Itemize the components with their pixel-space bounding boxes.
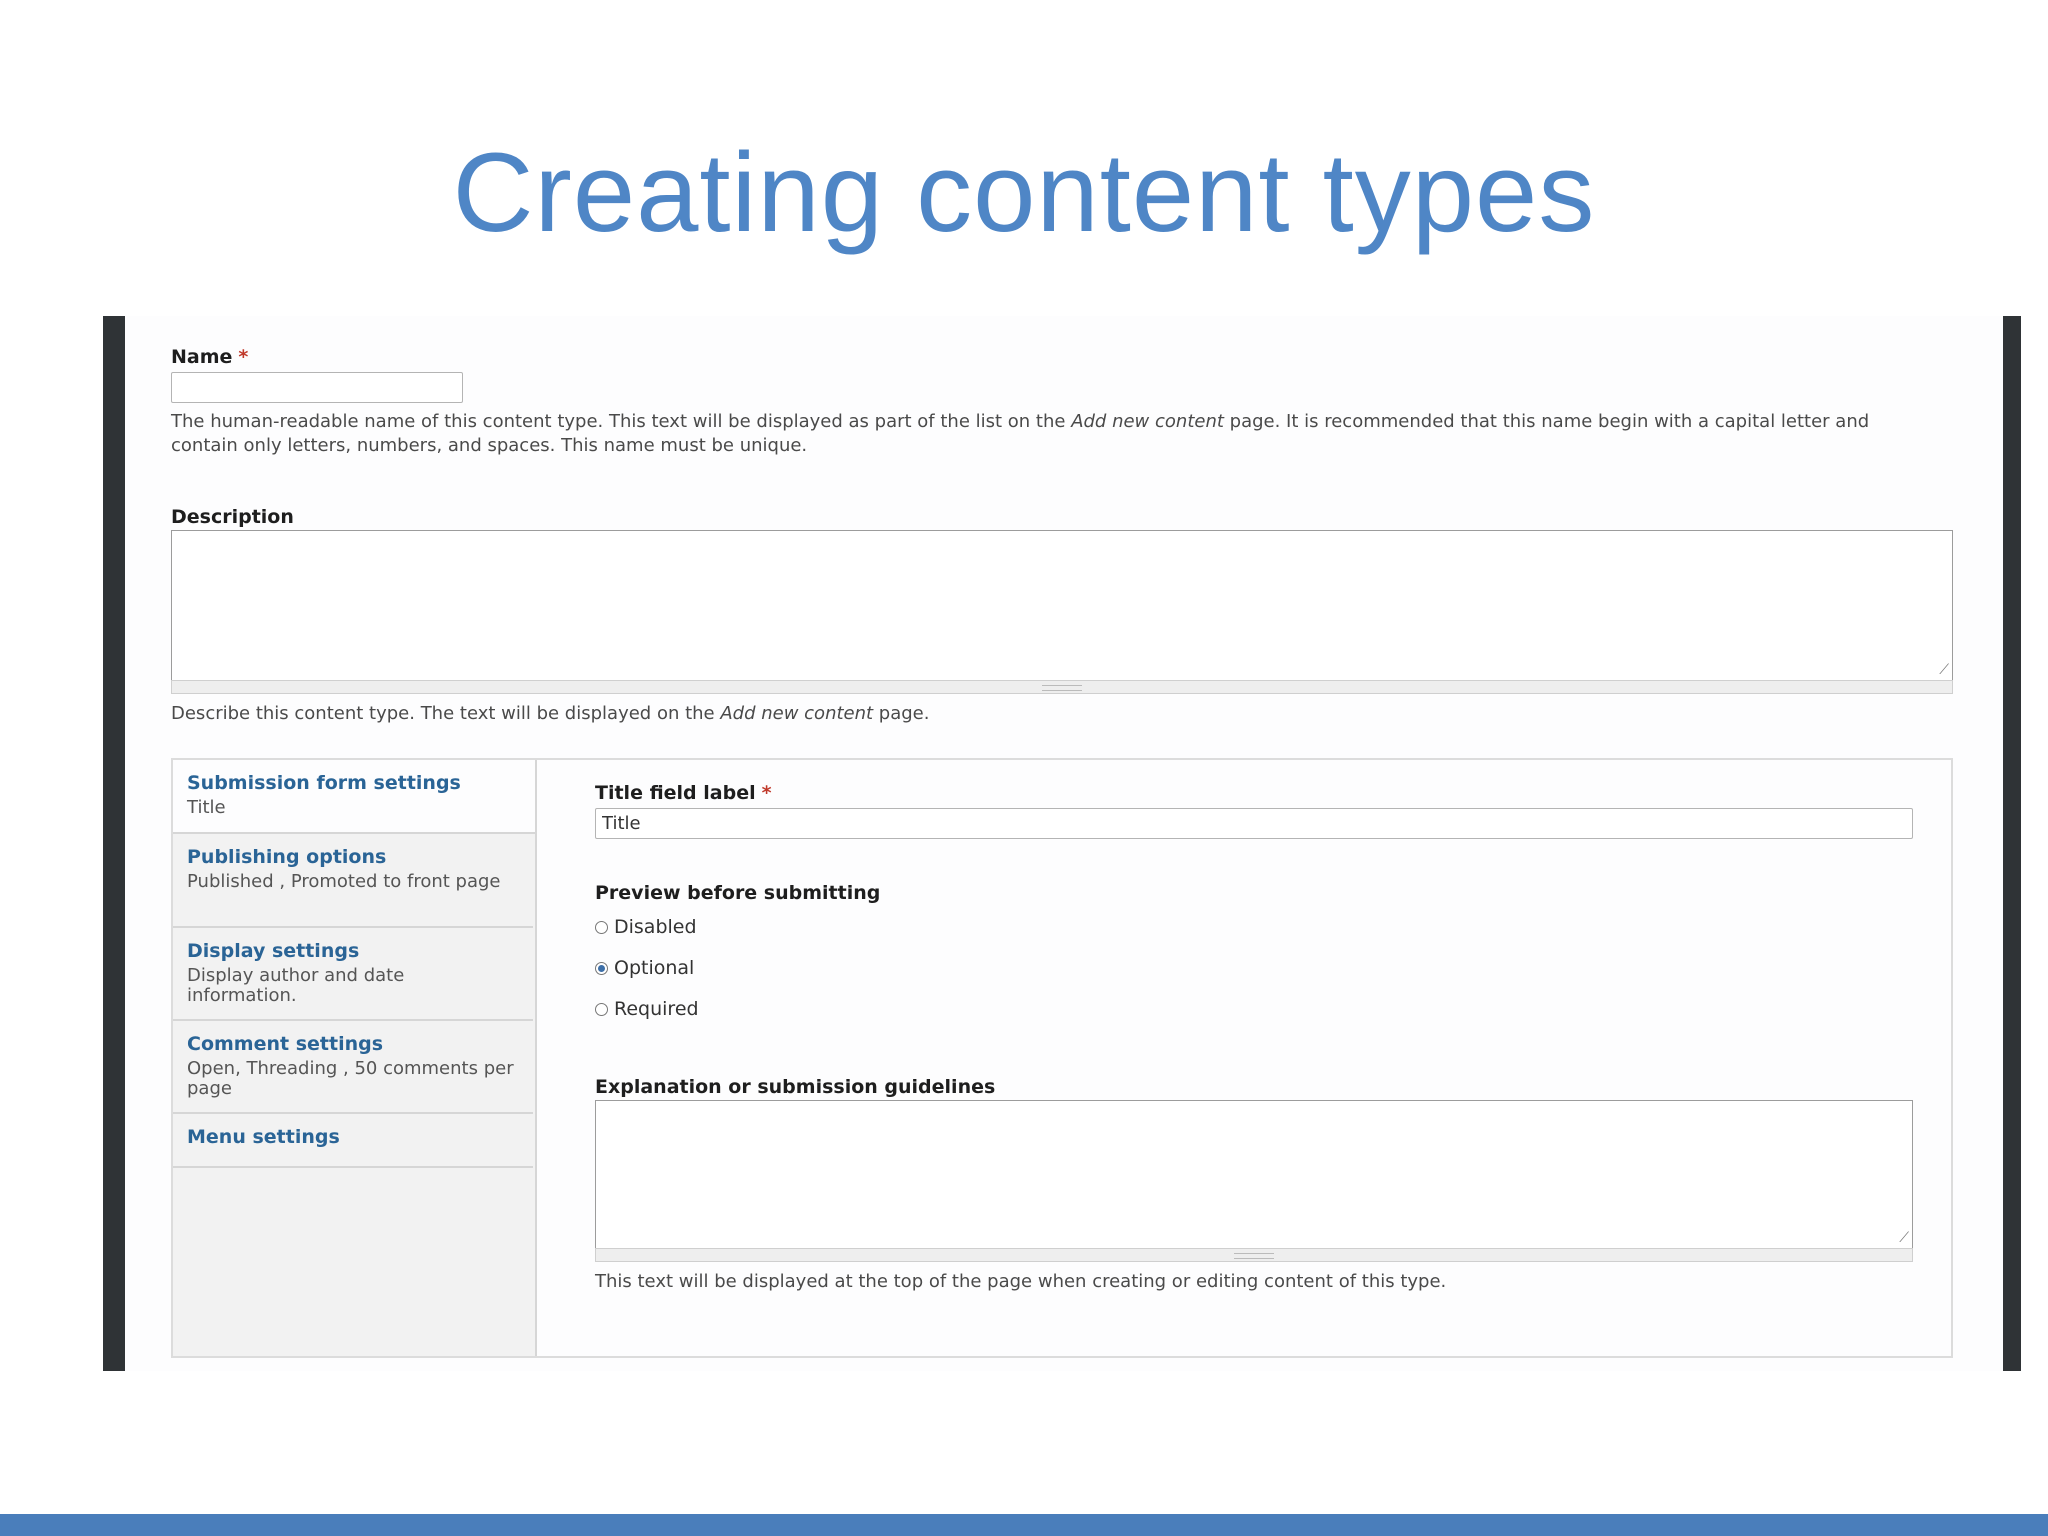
tab-publishing-options[interactable]: Publishing options Published , Promoted … <box>173 834 533 928</box>
tab-menu-settings[interactable]: Menu settings <box>173 1114 533 1168</box>
resize-handle-icon[interactable]: ⟋ <box>1895 1231 1909 1245</box>
radio-disabled[interactable]: Disabled <box>595 916 697 938</box>
guidelines-grippie[interactable] <box>595 1248 1913 1262</box>
title-field-input[interactable] <box>595 808 1913 839</box>
radio-optional[interactable]: Optional <box>595 957 694 979</box>
tab-summary: Published , Promoted to front page <box>187 871 501 892</box>
radio-icon[interactable] <box>595 921 608 934</box>
radio-label: Optional <box>614 957 695 979</box>
slide-bottom-bar <box>0 1514 2048 1536</box>
title-field-label: Title field label * <box>595 782 772 804</box>
description-help-text: Describe this content type. The text wil… <box>171 703 721 724</box>
vertical-tab-list: Submission form settings Title Publishin… <box>173 760 537 1356</box>
radio-label: Disabled <box>614 916 697 938</box>
tab-comment-settings[interactable]: Comment settings Open, Threading , 50 co… <box>173 1021 533 1114</box>
name-input[interactable] <box>171 372 463 403</box>
screenshot-frame: Name * The human-readable name of this co… <box>103 316 2021 1371</box>
name-label: Name * <box>171 346 248 368</box>
tab-title: Display settings <box>187 940 360 962</box>
required-mark: * <box>761 782 772 804</box>
tab-summary: Open, Threading , 50 comments per page <box>187 1058 514 1099</box>
description-grippie[interactable] <box>171 680 1953 694</box>
name-help-text: The human-readable name of this content … <box>171 411 1072 432</box>
radio-label: Required <box>614 998 699 1020</box>
tab-title: Menu settings <box>187 1126 340 1148</box>
description-textarea[interactable]: ⟋ <box>171 530 1953 680</box>
preview-label: Preview before submitting <box>595 882 881 904</box>
tab-title: Submission form settings <box>187 772 461 794</box>
title-field-label-text: Title field label <box>595 782 756 804</box>
description-label: Description <box>171 506 294 528</box>
grip-icon <box>1234 1253 1274 1259</box>
name-help: The human-readable name of this content … <box>171 410 1911 458</box>
description-help-emphasis: Add new content <box>720 703 874 724</box>
tab-title: Comment settings <box>187 1033 384 1055</box>
tab-summary: Title <box>187 797 226 818</box>
grip-icon <box>1042 685 1082 691</box>
guidelines-textarea[interactable]: ⟋ <box>595 1100 1913 1248</box>
slide-title: Creating content types <box>452 130 1596 255</box>
tab-submission-form-settings[interactable]: Submission form settings Title <box>173 760 535 834</box>
resize-handle-icon[interactable]: ⟋ <box>1935 663 1949 677</box>
tab-display-settings[interactable]: Display settings Display author and date… <box>173 928 533 1021</box>
tab-summary: Display author and date information. <box>187 965 405 1006</box>
guidelines-label: Explanation or submission guidelines <box>595 1076 996 1098</box>
required-mark: * <box>238 346 249 368</box>
description-help-text-2: page. <box>873 703 930 724</box>
vertical-tabs: Submission form settings Title Publishin… <box>171 758 1953 1358</box>
description-help: Describe this content type. The text wil… <box>171 702 1911 726</box>
name-help-emphasis: Add new content <box>1071 411 1224 432</box>
radio-selected-icon[interactable] <box>595 962 608 975</box>
guidelines-help: This text will be displayed at the top o… <box>595 1271 1447 1292</box>
name-label-text: Name <box>171 346 233 368</box>
tab-title: Publishing options <box>187 846 387 868</box>
radio-required[interactable]: Required <box>595 998 699 1020</box>
radio-icon[interactable] <box>595 1003 608 1016</box>
tab-pane-submission-form-settings: Title field label* Preview before submit… <box>535 760 1951 1356</box>
